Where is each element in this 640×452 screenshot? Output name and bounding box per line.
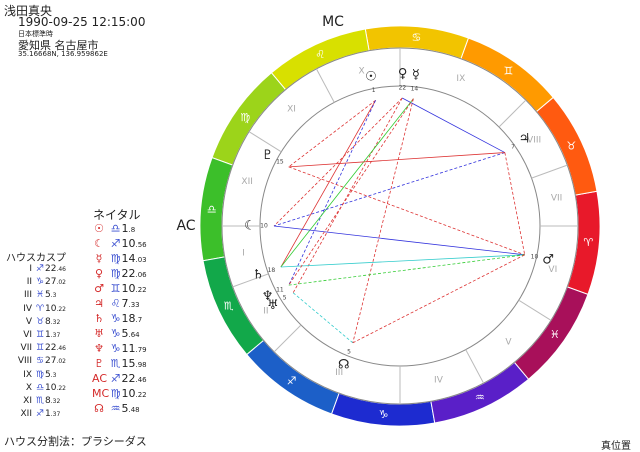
inner-circle xyxy=(259,85,541,367)
planet-glyph: ☾ xyxy=(244,219,256,234)
house-numeral: X xyxy=(358,67,364,77)
zodiac-sign-glyph: ♊ xyxy=(503,65,513,78)
planet-degree: 7 xyxy=(511,143,515,150)
zodiac-sign-glyph: ♉ xyxy=(566,140,576,153)
planet-glyph: ☿ xyxy=(412,67,420,82)
ac-label: AC xyxy=(176,218,195,234)
planet-glyph: ♇ xyxy=(262,148,274,163)
house-system-label: ハウス分割法：プラシーダス xyxy=(4,435,147,448)
zodiac-sign-glyph: ♎ xyxy=(207,203,217,216)
planet-degree: 5 xyxy=(347,349,351,356)
planet-glyph: ☉ xyxy=(365,69,377,84)
planet-degree: 22 xyxy=(399,85,407,92)
planet-degree: 10 xyxy=(531,254,539,261)
planet-glyph: ♂ xyxy=(542,253,554,268)
planet-degree: 11 xyxy=(276,286,284,293)
planet-glyph: ♅ xyxy=(267,298,279,313)
house-numeral: IV xyxy=(434,375,444,385)
planet-glyph: ♀ xyxy=(398,67,408,82)
planet-degree: 15 xyxy=(276,159,284,166)
zodiac-sign-glyph: ♐ xyxy=(287,374,297,387)
house-numeral: XII xyxy=(241,177,252,187)
zodiac-sign-glyph: ♋ xyxy=(412,31,422,44)
house-numeral: XI xyxy=(287,105,296,115)
planet-glyph: ♄ xyxy=(252,267,264,282)
house-numeral: VII xyxy=(551,193,562,203)
planet-degree: 5 xyxy=(283,295,287,302)
zodiac-sign-glyph: ♍ xyxy=(240,111,250,124)
planet-degree: 18 xyxy=(268,267,276,274)
planet-glyph: ☊ xyxy=(338,358,350,373)
zodiac-sign-glyph: ♒ xyxy=(475,391,485,404)
planet-degree: 1 xyxy=(372,87,376,94)
zodiac-sign-glyph: ♌ xyxy=(315,48,325,61)
planet-glyph: ♃ xyxy=(519,131,531,146)
house-numeral: V xyxy=(505,337,512,347)
zodiac-sign-glyph: ♑ xyxy=(379,408,389,421)
horoscope-wheel: ♈♉♊♋♌♍♎♏♐♑♒♓IIIIIIIVVVIVIIVIIIIXXXIXIIMC… xyxy=(176,14,601,427)
zodiac-sign-glyph: ♈ xyxy=(583,236,593,249)
zodiac-sign-glyph: ♏ xyxy=(224,299,234,312)
planet-degree: 14 xyxy=(411,85,419,92)
mc-label: MC xyxy=(322,14,344,30)
planet-degree: 10 xyxy=(260,223,268,230)
position-mode-label: 真位置 xyxy=(601,441,631,452)
house-numeral: IX xyxy=(456,74,465,84)
zodiac-sign-glyph: ♓ xyxy=(550,328,560,341)
house-numeral: I xyxy=(242,249,245,259)
